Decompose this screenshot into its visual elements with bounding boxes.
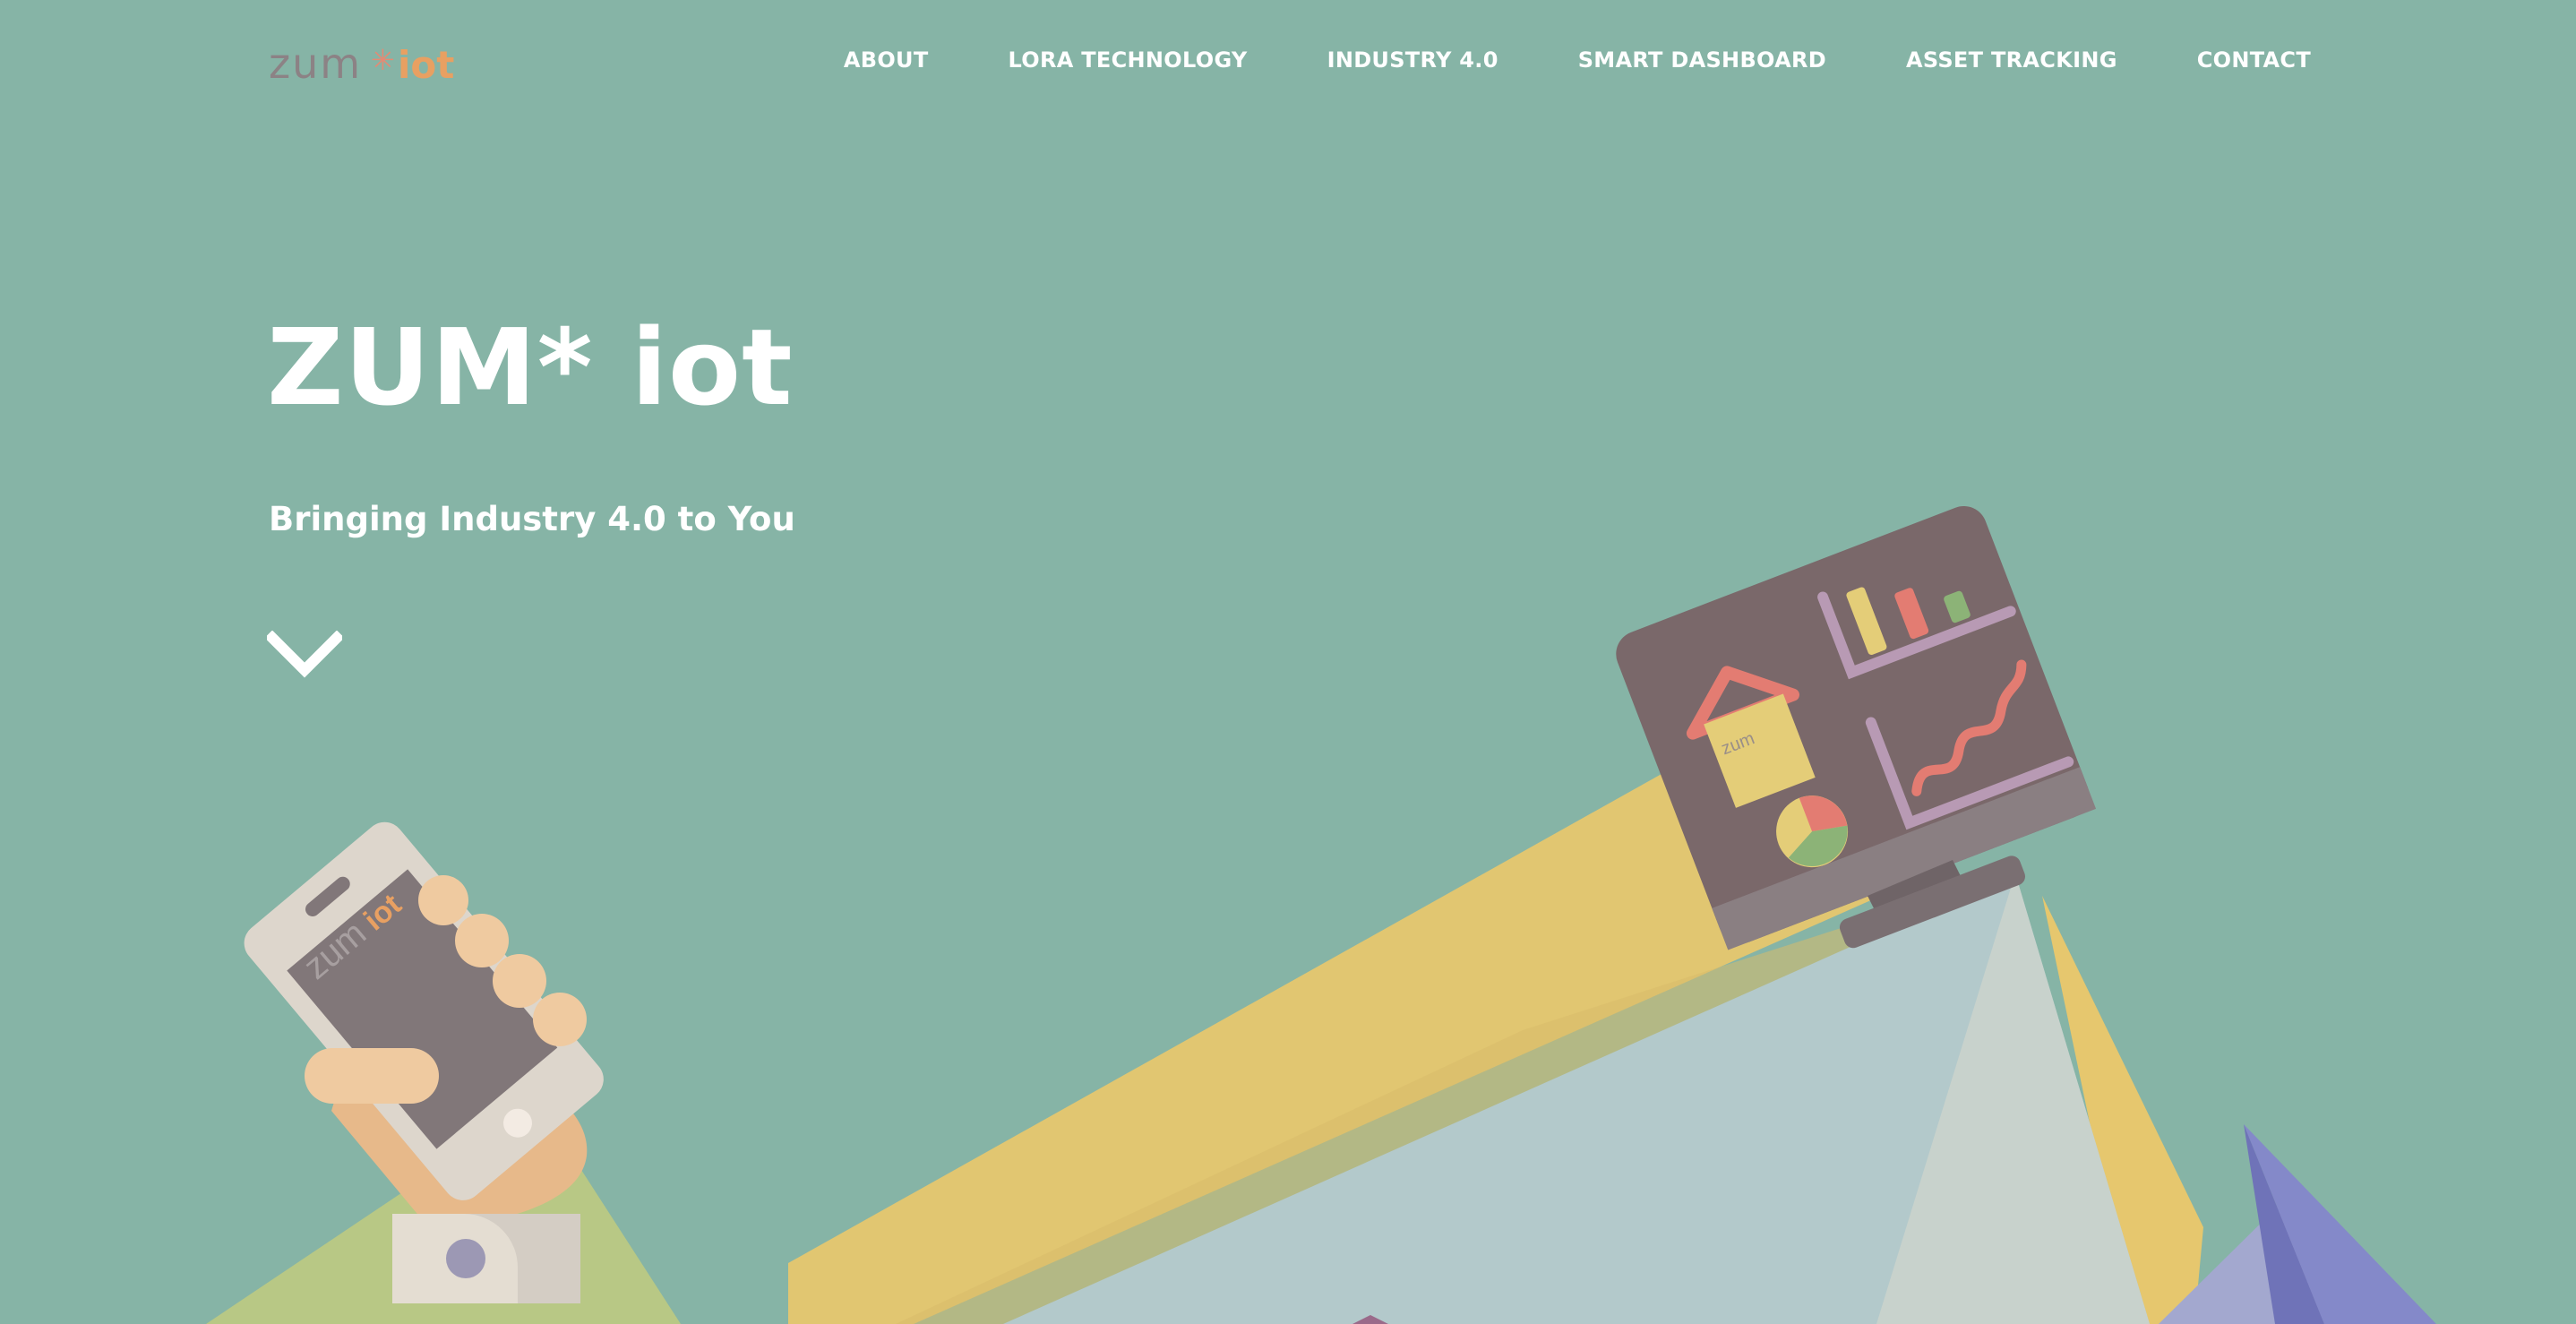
logo-suffix: iot [398,43,455,87]
hand-phone: zum iot [244,821,604,1303]
hero-illustration: zum zum iot [206,506,2436,1324]
hero-title: ZUM* iot [267,305,794,429]
logo-link[interactable]: zum ✳ iot [269,39,457,88]
nav-item-industry-4-0[interactable]: INDUSTRY 4.0 [1327,47,1498,73]
nav-item-about[interactable]: ABOUT [844,47,929,73]
scroll-down-button[interactable] [264,630,345,683]
main-nav: ABOUT LORA TECHNOLOGY INDUSTRY 4.0 SMART… [844,45,2311,75]
nav-item-smart-dashboard[interactable]: SMART DASHBOARD [1578,47,1826,73]
nav-item-asset-tracking[interactable]: ASSET TRACKING [1906,47,2117,73]
hero-subtitle: Bringing Industry 4.0 to You [269,500,795,538]
logo-word: zum [269,39,363,88]
nav-item-contact[interactable]: CONTACT [2197,47,2311,73]
page: zum zum iot zum ✳ iot ABOUT LORA TECHNOL… [0,0,2576,1324]
chevron-down-icon [264,630,345,678]
logo-star-icon: ✳ [371,43,395,77]
nav-item-lora-technology[interactable]: LORA TECHNOLOGY [1009,47,1248,73]
